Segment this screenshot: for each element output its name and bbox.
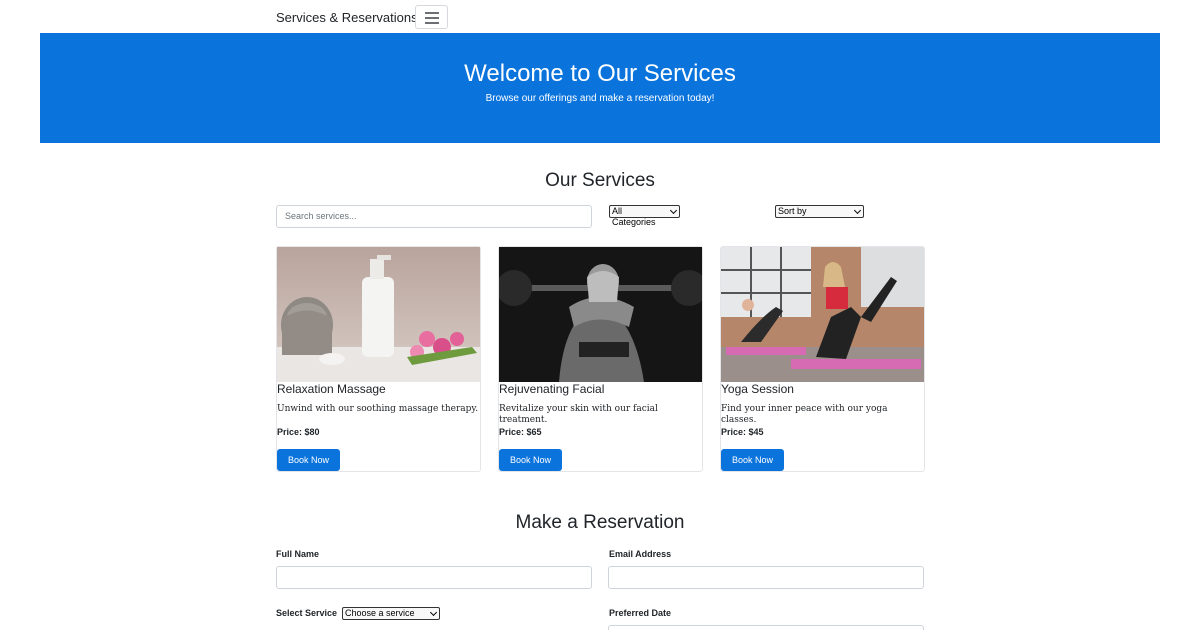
navbar-toggler-button[interactable] bbox=[415, 5, 448, 29]
search-input[interactable]: Search services... bbox=[276, 205, 592, 228]
service-title: Yoga Session bbox=[721, 382, 794, 396]
email-label: Email Address bbox=[609, 549, 672, 559]
reservation-title: Make a Reservation bbox=[515, 512, 685, 533]
service-title: Rejuvenating Facial bbox=[499, 382, 605, 396]
service-card: Relaxation Massage Unwind with our sooth… bbox=[276, 246, 481, 472]
service-description: Find your inner peace with our yoga clas… bbox=[721, 404, 888, 425]
category-select[interactable]: All Categories bbox=[609, 205, 680, 227]
service-price: Price: $80 bbox=[277, 427, 320, 437]
preferred-date-label: Preferred Date bbox=[609, 608, 672, 618]
hero-title: Welcome to Our Services bbox=[464, 60, 736, 87]
hero-banner: Welcome to Our Services Browse our offer… bbox=[40, 33, 1160, 143]
service-card: Yoga Session Find your inner peace with … bbox=[720, 246, 925, 472]
service-description: Revitalize your skin with our facial tre… bbox=[499, 404, 658, 425]
full-name-label: Full Name bbox=[276, 549, 320, 559]
book-now-button[interactable]: Book Now bbox=[499, 449, 562, 471]
service-image-facial bbox=[499, 247, 702, 382]
service-description: Unwind with our soothing massage therapy… bbox=[277, 404, 479, 414]
hamburger-icon bbox=[425, 12, 439, 14]
book-now-button[interactable]: Book Now bbox=[277, 449, 340, 471]
services-title: Our Services bbox=[545, 170, 655, 191]
hero-subtitle: Browse our offerings and make a reservat… bbox=[485, 93, 715, 104]
service-select[interactable]: Choose a service bbox=[342, 607, 440, 620]
select-service-label: Select Service bbox=[276, 608, 338, 618]
preferred-date-field[interactable] bbox=[608, 625, 924, 630]
full-name-field[interactable] bbox=[276, 566, 592, 589]
chevron-down-icon bbox=[669, 206, 678, 215]
book-now-button[interactable]: Book Now bbox=[721, 449, 784, 471]
sort-select[interactable]: Sort by bbox=[775, 205, 864, 218]
email-field[interactable] bbox=[608, 566, 924, 589]
service-price: Price: $65 bbox=[499, 427, 542, 437]
service-price: Price: $45 bbox=[721, 427, 764, 437]
chevron-down-icon bbox=[429, 608, 438, 617]
service-image-massage bbox=[277, 247, 480, 382]
navbar: Services & Reservations bbox=[276, 5, 448, 29]
service-card: Rejuvenating Facial Revitalize your skin… bbox=[498, 246, 703, 472]
chevron-down-icon bbox=[853, 206, 862, 215]
navbar-brand[interactable]: Services & Reservations bbox=[276, 10, 418, 25]
service-image-yoga bbox=[721, 247, 924, 382]
service-title: Relaxation Massage bbox=[277, 382, 386, 396]
